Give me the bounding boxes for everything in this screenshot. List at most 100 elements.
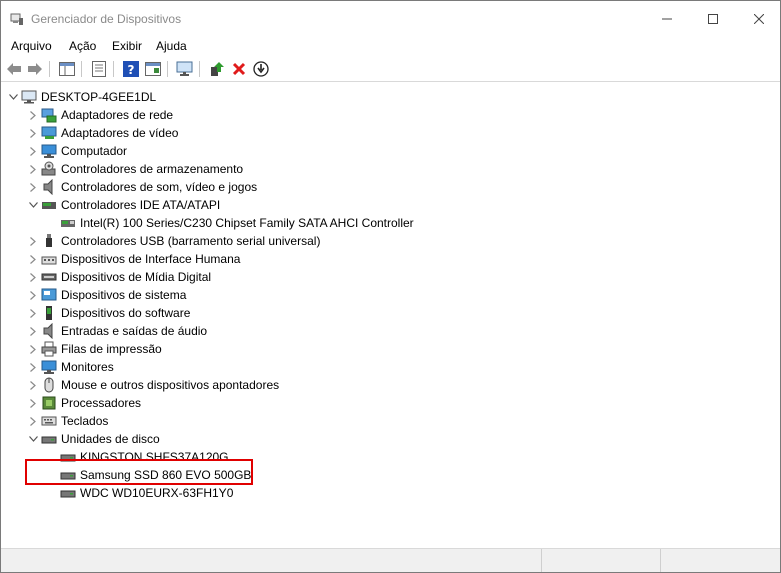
action-pane-button[interactable]	[144, 60, 162, 78]
chevron-right-icon[interactable]	[27, 340, 39, 358]
tree-category[interactable]: Filas de impressão	[27, 340, 162, 358]
show-hide-console-tree-button[interactable]	[58, 60, 76, 78]
tree-category[interactable]: Dispositivos do software	[27, 304, 190, 322]
update-driver-button[interactable]	[208, 60, 226, 78]
chevron-down-icon[interactable]	[27, 430, 39, 448]
tree-item-label: Dispositivos de Mídia Digital	[61, 270, 212, 284]
monitor-icon	[41, 359, 57, 375]
tree-item-label: Filas de impressão	[61, 342, 162, 356]
chevron-right-icon[interactable]	[27, 250, 39, 268]
download-circle-icon	[253, 61, 269, 77]
chevron-right-icon[interactable]	[27, 286, 39, 304]
tree-category[interactable]: Adaptadores de rede	[27, 106, 173, 124]
chevron-right-icon[interactable]	[27, 358, 39, 376]
tree-item-label: Controladores IDE ATA/ATAPI	[61, 198, 221, 212]
forward-button[interactable]	[26, 60, 44, 78]
chevron-right-icon[interactable]	[27, 142, 39, 160]
tree-category[interactable]: Controladores de som, vídeo e jogos	[27, 178, 257, 196]
tree-device[interactable]: KINGSTON SHFS37A120G	[46, 448, 229, 466]
toolbar: ?	[1, 57, 780, 82]
tree-category[interactable]: Dispositivos de Interface Humana	[27, 250, 240, 268]
close-button[interactable]	[736, 1, 780, 37]
tree-category[interactable]: Adaptadores de vídeo	[27, 124, 178, 142]
tree-item-label: Adaptadores de rede	[61, 108, 174, 122]
tree-item-label: Adaptadores de vídeo	[61, 126, 179, 140]
disk-drive-icon	[60, 467, 76, 483]
chevron-right-icon[interactable]	[27, 178, 39, 196]
tree-device[interactable]: Intel(R) 100 Series/C230 Chipset Family …	[46, 214, 414, 232]
tree-item-label: Unidades de disco	[61, 432, 160, 446]
window-title: Gerenciador de Dispositivos	[31, 12, 182, 26]
audio-io-icon	[41, 323, 57, 339]
chevron-right-icon[interactable]	[27, 232, 39, 250]
help-button[interactable]: ?	[122, 60, 140, 78]
tree-item-label: Monitores	[61, 360, 114, 374]
maximize-button[interactable]	[690, 1, 736, 37]
chevron-right-icon[interactable]	[27, 106, 39, 124]
device-manager-app-icon	[10, 13, 23, 25]
chevron-down-icon[interactable]	[27, 196, 39, 214]
chevron-right-icon[interactable]	[27, 412, 39, 430]
mouse-icon	[41, 377, 57, 393]
tree-category[interactable]: Computador	[27, 142, 127, 160]
back-button[interactable]	[5, 60, 23, 78]
tree-category[interactable]: Controladores IDE ATA/ATAPI	[27, 196, 220, 214]
back-arrow-icon	[7, 63, 21, 75]
scan-hardware-changes-button[interactable]	[176, 60, 194, 78]
tree-category[interactable]: Controladores USB (barramento serial uni…	[27, 232, 320, 250]
computer-icon	[41, 143, 57, 159]
network-adapter-icon	[41, 107, 57, 123]
tree-category[interactable]: Mouse e outros dispositivos apontadores	[27, 376, 279, 394]
red-x-icon	[232, 62, 246, 76]
enable-device-button[interactable]	[252, 60, 270, 78]
tree-category[interactable]: Unidades de disco	[27, 430, 160, 448]
menu-arquivo[interactable]: Arquivo	[11, 39, 52, 53]
tree-category[interactable]: Processadores	[27, 394, 141, 412]
chevron-right-icon[interactable]	[27, 124, 39, 142]
chevron-right-icon[interactable]	[27, 376, 39, 394]
toolbar-separator	[81, 61, 82, 77]
toolbar-separator	[49, 61, 50, 77]
chevron-right-icon[interactable]	[27, 304, 39, 322]
tree-root-computer[interactable]: DESKTOP-4GEE1DL	[7, 88, 156, 106]
properties-button[interactable]	[90, 60, 108, 78]
ide-device-icon	[60, 215, 76, 231]
chevron-right-icon[interactable]	[27, 394, 39, 412]
tree-category[interactable]: Controladores de armazenamento	[27, 160, 243, 178]
processor-icon	[41, 395, 57, 411]
usb-icon	[41, 233, 57, 249]
tree-category[interactable]: Teclados	[27, 412, 108, 430]
chevron-right-icon[interactable]	[27, 322, 39, 340]
menu-exibir[interactable]: Exibir	[112, 39, 142, 53]
device-manager-window: Gerenciador de Dispositivos Arquivo Ação…	[0, 0, 781, 573]
disk-drive-icon	[60, 485, 76, 501]
properties-icon	[92, 61, 106, 77]
chevron-right-icon[interactable]	[27, 160, 39, 178]
tree-device[interactable]: Samsung SSD 860 EVO 500GB	[46, 466, 251, 484]
device-tree: DESKTOP-4GEE1DL Adaptadores de rede Adapta…	[1, 82, 780, 548]
disk-drive-icon	[60, 449, 76, 465]
storage-controller-icon	[41, 161, 57, 177]
software-device-icon	[41, 305, 57, 321]
menu-ajuda[interactable]: Ajuda	[156, 39, 187, 53]
uninstall-device-button[interactable]	[230, 60, 248, 78]
svg-text:?: ?	[128, 63, 135, 77]
tree-item-label: Computador	[61, 144, 128, 158]
chevron-down-icon[interactable]	[7, 88, 19, 106]
tree-item-label: Samsung SSD 860 EVO 500GB	[80, 468, 252, 482]
tree-category[interactable]: Dispositivos de sistema	[27, 286, 186, 304]
tree-category[interactable]: Dispositivos de Mídia Digital	[27, 268, 211, 286]
minimize-button[interactable]	[644, 1, 690, 37]
digital-media-icon	[41, 269, 57, 285]
menu-acao[interactable]: Ação	[69, 39, 96, 53]
tree-item-label: Controladores de armazenamento	[61, 162, 244, 176]
tree-device[interactable]: WDC WD10EURX-63FH1Y0	[46, 484, 233, 502]
tree-category[interactable]: Monitores	[27, 358, 114, 376]
chevron-right-icon[interactable]	[27, 268, 39, 286]
title-bar[interactable]: Gerenciador de Dispositivos	[1, 1, 780, 37]
tree-item-label: Mouse e outros dispositivos apontadores	[61, 378, 280, 392]
tree-item-label: Dispositivos do software	[61, 306, 191, 320]
tree-category[interactable]: Entradas e saídas de áudio	[27, 322, 207, 340]
